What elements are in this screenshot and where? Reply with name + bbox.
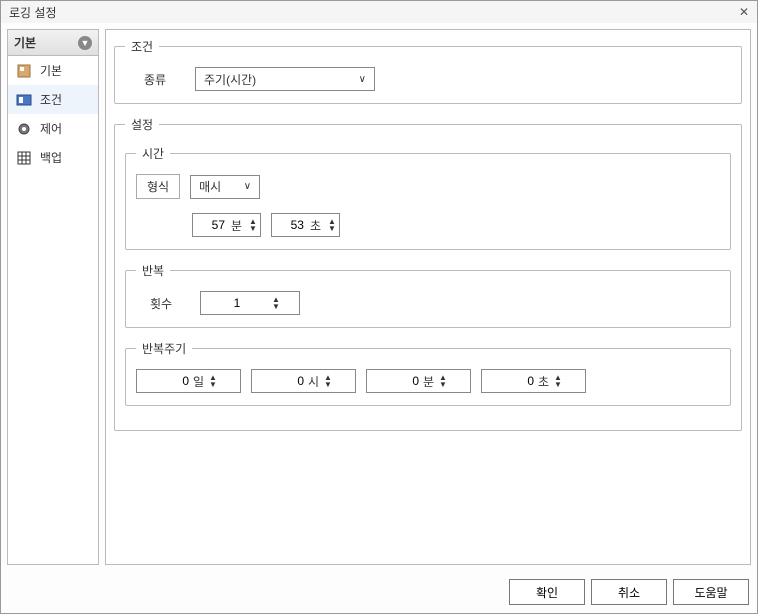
format-dropdown[interactable]: 매시 ∨	[190, 175, 260, 199]
control-icon	[16, 121, 32, 137]
dialog-window: 로깅 설정 ✕ 기본 ▼ 기본 조건	[0, 0, 758, 614]
sidebar-item-label: 기본	[40, 62, 62, 79]
sidebar-header[interactable]: 기본 ▼	[8, 30, 98, 56]
day-unit: 일	[193, 373, 204, 390]
sidebar-item-basic[interactable]: 기본	[8, 56, 98, 85]
time-values-row: 분 ▲▼ 초 ▲▼	[192, 213, 720, 237]
min-input[interactable]	[373, 374, 419, 388]
sidebar-item-backup[interactable]: 백업	[8, 143, 98, 172]
min-unit: 분	[423, 373, 434, 390]
format-label: 형식	[136, 174, 180, 199]
spin-buttons[interactable]: ▲▼	[327, 218, 337, 232]
chevron-down-icon: ▼	[78, 36, 92, 50]
spin-buttons[interactable]: ▲▼	[553, 374, 563, 388]
type-dropdown[interactable]: 주기(시간) ∨	[195, 67, 375, 91]
basic-icon	[16, 63, 32, 79]
sidebar-item-label: 백업	[40, 149, 62, 166]
ok-button[interactable]: 확인	[509, 579, 585, 605]
minute-spinner[interactable]: 분 ▲▼	[192, 213, 261, 237]
repeat-legend: 반복	[136, 262, 170, 279]
sidebar-item-label: 조건	[40, 91, 62, 108]
cycle-legend: 반복주기	[136, 340, 192, 357]
sec-unit: 초	[538, 373, 549, 390]
minute-unit: 분	[231, 217, 242, 234]
cycle-row: 일 ▲▼ 시 ▲▼ 분 ▲▼	[136, 369, 720, 393]
second-spinner[interactable]: 초 ▲▼	[271, 213, 340, 237]
spin-buttons[interactable]: ▲▼	[438, 374, 448, 388]
hour-unit: 시	[308, 373, 319, 390]
sec-input[interactable]	[488, 374, 534, 388]
condition-fieldset: 조건 종류 주기(시간) ∨	[114, 38, 742, 104]
backup-icon	[16, 150, 32, 166]
type-label: 종류	[125, 71, 185, 88]
sidebar-item-condition[interactable]: 조건	[8, 85, 98, 114]
count-spinner[interactable]: ▲▼	[200, 291, 300, 315]
second-input[interactable]	[278, 218, 304, 232]
settings-legend: 설정	[125, 116, 159, 133]
time-fieldset: 시간 형식 매시 ∨ 분 ▲▼	[125, 145, 731, 250]
repeat-row: 횟수 ▲▼	[136, 291, 720, 315]
count-label: 횟수	[136, 295, 186, 312]
close-icon[interactable]: ✕	[739, 5, 749, 19]
min-spinner[interactable]: 분 ▲▼	[366, 369, 471, 393]
spin-buttons[interactable]: ▲▼	[208, 374, 218, 388]
spin-buttons[interactable]: ▲▼	[248, 218, 258, 232]
window-title: 로깅 설정	[9, 4, 57, 21]
condition-legend: 조건	[125, 38, 159, 55]
hour-input[interactable]	[258, 374, 304, 388]
body: 기본 ▼ 기본 조건 제어	[1, 23, 757, 571]
format-value: 매시	[199, 178, 221, 195]
hour-spinner[interactable]: 시 ▲▼	[251, 369, 356, 393]
sidebar-item-label: 제어	[40, 120, 62, 137]
time-legend: 시간	[136, 145, 170, 162]
chevron-down-icon: ∨	[244, 181, 251, 192]
sidebar-header-label: 기본	[14, 34, 36, 51]
cancel-button[interactable]: 취소	[591, 579, 667, 605]
format-row: 형식 매시 ∨	[136, 174, 720, 199]
condition-row: 종류 주기(시간) ∨	[125, 67, 731, 91]
titlebar: 로깅 설정 ✕	[1, 1, 757, 23]
type-value: 주기(시간)	[204, 71, 256, 88]
sidebar-item-control[interactable]: 제어	[8, 114, 98, 143]
spin-buttons[interactable]: ▲▼	[271, 296, 281, 310]
button-bar: 확인 취소 도움말	[1, 571, 757, 613]
spin-buttons[interactable]: ▲▼	[323, 374, 333, 388]
repeat-fieldset: 반복 횟수 ▲▼	[125, 262, 731, 328]
settings-fieldset: 설정 시간 형식 매시 ∨ 분 ▲▼	[114, 116, 742, 431]
minute-input[interactable]	[199, 218, 225, 232]
cycle-fieldset: 반복주기 일 ▲▼ 시 ▲▼	[125, 340, 731, 406]
condition-icon	[16, 92, 32, 108]
day-spinner[interactable]: 일 ▲▼	[136, 369, 241, 393]
sec-spinner[interactable]: 초 ▲▼	[481, 369, 586, 393]
help-button[interactable]: 도움말	[673, 579, 749, 605]
second-unit: 초	[310, 217, 321, 234]
content-panel: 조건 종류 주기(시간) ∨ 설정 시간 형식 매시	[105, 29, 751, 565]
count-input[interactable]	[207, 296, 267, 310]
sidebar: 기본 ▼ 기본 조건 제어	[7, 29, 99, 565]
chevron-down-icon: ∨	[359, 74, 366, 85]
day-input[interactable]	[143, 374, 189, 388]
